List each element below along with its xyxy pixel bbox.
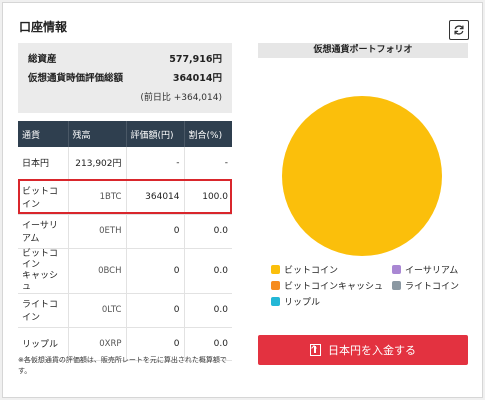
table-row: イーサリアム 0ETH 0 0.0 [18, 214, 232, 249]
legend-item-bitcoin-cash: ビットコインキャッシュ [271, 279, 383, 292]
pie-slice-1 [282, 96, 442, 256]
portfolio-pie-chart [282, 96, 442, 256]
page-title: 口座情報 [19, 20, 68, 34]
column-header-value: 評価額(円) [126, 121, 185, 147]
legend-item-litecoin: ライトコイン [392, 279, 459, 292]
currency-name: ビットコイン [18, 179, 69, 215]
portfolio-title: 仮想通貨ポートフォリオ [258, 43, 468, 58]
value-cell: 0 [126, 214, 185, 249]
refresh-icon [454, 25, 464, 35]
deposit-jpy-button[interactable]: 日本円を入金する [258, 335, 468, 365]
table-row: 日本円 213,902円 - - [18, 147, 232, 180]
legend-item-ripple: リップル [271, 295, 320, 308]
portfolio-legend: ビットコイン イーサリアム ビットコインキャッシュ ライトコイン リップル [271, 263, 471, 313]
value-cell: 0 [126, 293, 185, 328]
legend-label: ビットコイン [284, 266, 339, 276]
legend-item-bitcoin: ビットコイン [271, 263, 338, 276]
column-header-ratio: 割合(%) [184, 121, 232, 147]
legend-swatch [392, 281, 401, 290]
ratio-cell: 0.0 [184, 293, 232, 328]
asset-summary: 総資産 577,916円 仮想通貨時価評価総額 364014円 (前日比 +36… [18, 43, 232, 113]
table-row: ビットコイン 1BTC 364014 100.0 [18, 179, 232, 215]
legend-swatch [271, 281, 280, 290]
legend-label: ビットコインキャッシュ [284, 282, 384, 292]
value-cell: - [126, 147, 185, 180]
ratio-cell: 100.0 [184, 179, 232, 215]
column-header-currency: 通貨 [18, 121, 69, 147]
total-assets-label: 総資産 [28, 54, 57, 65]
column-header-balance: 残高 [68, 121, 127, 147]
crypto-value-label: 仮想通貨時価評価総額 [28, 73, 124, 84]
refresh-button[interactable] [449, 20, 469, 40]
balance-cell: 0ETH [68, 214, 127, 249]
table-header-row: 通貨 残高 評価額(円) 割合(%) [18, 121, 232, 147]
table-row: ビットコイン キャッシュ 0BCH 0 0.0 [18, 248, 232, 294]
currency-name: イーサリアム [18, 214, 69, 249]
legend-label: リップル [284, 298, 321, 308]
holdings-table: 通貨 残高 評価額(円) 割合(%) 日本円 213,902円 - - ビットコ… [18, 121, 232, 361]
legend-label: イーサリアム [405, 266, 459, 276]
deposit-button-label: 日本円を入金する [328, 344, 416, 357]
account-panel: 口座情報 総資産 577,916円 仮想通貨時価評価総額 364014円 (前日… [2, 2, 483, 398]
balance-cell: 0LTC [68, 293, 127, 328]
ratio-cell: - [184, 147, 232, 180]
currency-name: 日本円 [18, 147, 69, 180]
balance-cell: 213,902円 [68, 147, 127, 180]
balance-cell: 1BTC [68, 179, 127, 215]
crypto-value-amount: 364014円 [172, 73, 222, 84]
total-assets-value: 577,916円 [169, 54, 222, 65]
legend-label: ライトコイン [405, 282, 460, 292]
daily-change-note: (前日比 +364,014) [140, 93, 222, 103]
legend-swatch [271, 297, 280, 306]
currency-name: ライトコイン [18, 293, 69, 328]
legend-swatch [271, 265, 280, 274]
upload-icon [310, 344, 321, 356]
value-cell: 364014 [126, 179, 185, 215]
ratio-cell: 0.0 [184, 214, 232, 249]
balance-cell: 0BCH [68, 248, 127, 294]
legend-swatch [392, 265, 401, 274]
ratio-cell: 0.0 [184, 248, 232, 294]
currency-name: ビットコイン キャッシュ [18, 248, 69, 294]
legend-item-ethereum: イーサリアム [392, 263, 458, 276]
footnote: ※各仮想通貨の評価額は、販売所レートを元に算出された概算額です。 [18, 356, 227, 375]
value-cell: 0 [126, 248, 185, 294]
table-row: ライトコイン 0LTC 0 0.0 [18, 293, 232, 328]
